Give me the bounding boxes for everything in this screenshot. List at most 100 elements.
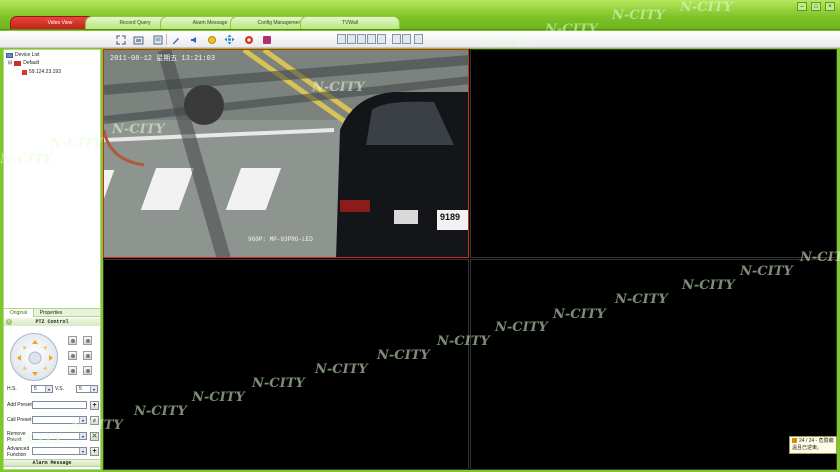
focus-far-button[interactable] (83, 351, 92, 360)
maximize-icon[interactable]: □ (811, 2, 821, 11)
ptz-title: PTZ Control (35, 319, 69, 325)
warning-icon (792, 438, 797, 444)
remove-preset-select[interactable]: ▾ (32, 432, 87, 440)
layout-36-icon[interactable] (414, 34, 423, 44)
notification-line-1: 24 / 24 - 危險繼 (792, 438, 834, 445)
app-window: Video View Record Query Alarm Message Co… (0, 0, 840, 472)
move-icon[interactable] (224, 34, 235, 45)
video-pane-4[interactable] (470, 259, 837, 470)
notification-text-1: 24 / 24 - 危險繼 (799, 438, 834, 444)
bell-icon[interactable] (206, 34, 217, 45)
chevron-down-icon: ▾ (79, 433, 86, 439)
tree-root-label: Device List (15, 52, 40, 58)
camera-icon (22, 69, 27, 75)
iris-close-icon (85, 368, 90, 373)
video-toolbar (0, 31, 840, 48)
osd-camera-model: 960P: MP-93PRO-LED (248, 236, 313, 243)
tree-root[interactable]: Device List (6, 52, 39, 58)
advanced-function-label: Advanced Function (7, 446, 30, 458)
vs-value: 5 (79, 386, 82, 392)
focus-far-icon (85, 353, 90, 358)
zoom-out-icon (85, 338, 90, 343)
add-preset-label: Add Preset (7, 402, 32, 408)
advanced-function-select[interactable]: ▾ (32, 447, 87, 455)
iris-open-button[interactable] (68, 366, 77, 375)
chevron-down-icon: ▾ (45, 386, 52, 392)
focus-near-button[interactable] (68, 351, 77, 360)
group-icon (14, 60, 22, 66)
zoom-in-button[interactable] (68, 336, 77, 345)
pen-icon[interactable] (170, 34, 181, 45)
down-left-arrow-icon[interactable] (23, 366, 27, 370)
tree-device[interactable]: 59.124.23.193 (22, 69, 61, 75)
video-pane-1[interactable]: 2011-08-12 星期五 13:21:03 960P: MP-93PRO-L… (103, 49, 469, 258)
up-left-arrow-icon[interactable] (23, 346, 27, 350)
layout-9-icon[interactable] (377, 34, 386, 44)
tab-tvwall[interactable]: TVWall (300, 16, 400, 29)
osd-timestamp: 2011-08-12 星期五 13:21:03 (110, 55, 216, 63)
record-icon[interactable] (243, 34, 254, 45)
advanced-function-button[interactable]: + (90, 447, 99, 456)
layout-25-icon[interactable] (402, 34, 411, 44)
ptz-direction-pad[interactable] (10, 333, 58, 381)
close-icon[interactable]: × (825, 2, 835, 11)
layout-4-icon[interactable] (347, 34, 356, 44)
layout-16-icon[interactable] (392, 34, 401, 44)
call-preset-button[interactable]: ⌕ (90, 416, 99, 425)
layout-8-icon[interactable] (367, 34, 376, 44)
iris-open-icon (70, 368, 75, 373)
down-right-arrow-icon[interactable] (43, 366, 47, 370)
license-plate: 9189 (440, 212, 461, 222)
plus-icon: + (92, 448, 97, 455)
right-arrow-icon[interactable] (49, 355, 53, 361)
focus-near-icon (70, 353, 75, 358)
hs-select[interactable]: 5 ▾ (31, 385, 53, 393)
call-preset-select[interactable]: ▾ (32, 416, 87, 424)
vs-select[interactable]: 5 ▾ (76, 385, 98, 393)
remove-icon: ✕ (91, 433, 98, 440)
tab-properties[interactable]: Properties (36, 309, 66, 317)
hs-label: H.S. (7, 386, 17, 392)
add-preset-input[interactable] (32, 401, 87, 409)
device-tree: Device List ⊟ Default 59.124.23.193 (4, 50, 100, 305)
audio-icon[interactable] (188, 34, 199, 45)
chevron-down-icon: ▾ (90, 386, 97, 392)
stop-icon[interactable] (261, 34, 272, 45)
device-list-icon (6, 52, 13, 58)
tab-original[interactable]: Original (4, 309, 34, 317)
add-preset-button[interactable]: + (90, 401, 99, 410)
notification-text-2: 溫且已逆東。 (792, 445, 823, 451)
alarm-message-bar[interactable]: Alarm Message (3, 459, 101, 467)
video-pane-2[interactable] (470, 49, 837, 258)
collapse-icon[interactable]: ˄ (6, 319, 12, 325)
ptz-header[interactable]: PTZ Control (4, 318, 100, 326)
ptz-center-button[interactable] (28, 351, 42, 365)
minimize-icon[interactable]: – (797, 2, 807, 11)
alarm-message-label: Alarm Message (32, 460, 72, 466)
plus-icon: + (92, 402, 97, 409)
video-grid: 2011-08-12 星期五 13:21:03 960P: MP-93PRO-L… (103, 49, 837, 470)
chevron-down-icon: ▾ (79, 448, 86, 454)
up-arrow-icon[interactable] (32, 340, 38, 344)
remove-preset-label: Remove Preset (7, 431, 26, 443)
tree-group[interactable]: ⊟ Default (8, 60, 39, 66)
snapshot-icon[interactable] (133, 34, 144, 45)
layout-1-icon[interactable] (337, 34, 346, 44)
expand-icon[interactable]: ⊟ (8, 60, 12, 66)
top-tab-bar: Video View Record Query Alarm Message Co… (0, 0, 840, 30)
up-right-arrow-icon[interactable] (43, 346, 47, 350)
hs-value: 5 (34, 386, 37, 392)
search-icon: ⌕ (92, 417, 97, 424)
toolbar-separator (166, 34, 167, 45)
notification-popup[interactable]: 24 / 24 - 危險繼 溫且已逆東。 (789, 436, 837, 454)
video-pane-3[interactable] (103, 259, 469, 470)
vs-label: V.S. (55, 386, 64, 392)
left-arrow-icon[interactable] (17, 355, 21, 361)
view-icon[interactable] (152, 34, 163, 45)
remove-preset-button[interactable]: ✕ (90, 432, 99, 441)
iris-close-button[interactable] (83, 366, 92, 375)
zoom-out-button[interactable] (83, 336, 92, 345)
down-arrow-icon[interactable] (32, 372, 38, 376)
fullscreen-icon[interactable] (115, 34, 126, 45)
layout-6-icon[interactable] (357, 34, 366, 44)
